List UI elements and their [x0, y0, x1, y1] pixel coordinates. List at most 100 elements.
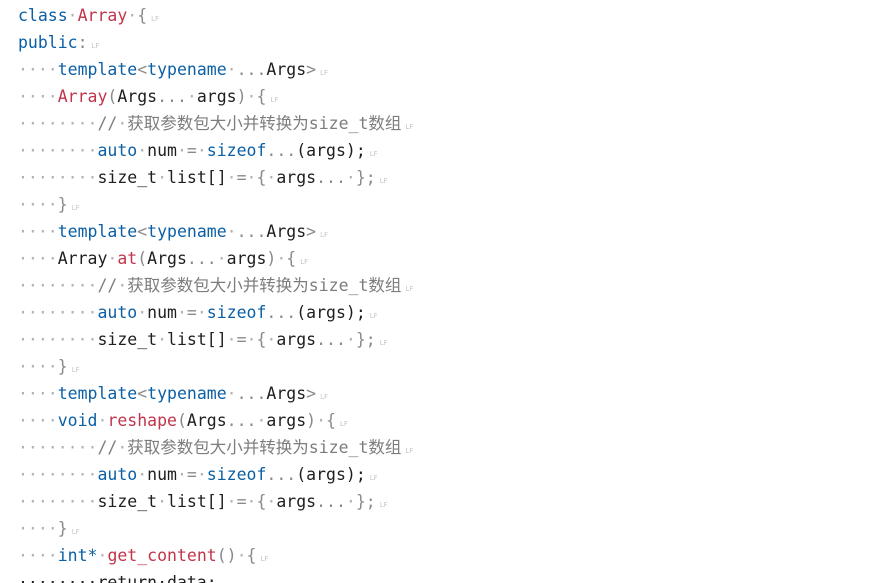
code-line[interactable]: ········auto·num·=·sizeof...(args); LF: [18, 299, 889, 326]
code-line[interactable]: public: LF: [18, 29, 889, 56]
code-token: num: [147, 303, 177, 322]
code-token: {: [256, 87, 267, 106]
code-line-partial[interactable]: ········return·data;: [18, 569, 889, 583]
whitespace-marker: ········: [18, 438, 98, 457]
code-token: sizeof: [206, 303, 267, 322]
code-line[interactable]: ····template<typename·...Args> LF: [18, 56, 889, 83]
code-token: sizeof: [206, 465, 267, 484]
code-token: ...: [316, 168, 346, 187]
code-token: 获取参数包大小并转换为size_t数组: [127, 276, 402, 295]
whitespace-marker: ·: [316, 411, 327, 430]
whitespace-marker: ·: [236, 546, 247, 565]
code-line[interactable]: ····int*·get_content()·{LF: [18, 542, 889, 569]
code-token: =: [236, 168, 247, 187]
code-line[interactable]: ········size_t·list[]·=·{·args...·}; LF: [18, 488, 889, 515]
whitespace-marker: ·: [157, 330, 168, 349]
code-line[interactable]: ····} LF: [18, 515, 889, 542]
code-token: num: [147, 141, 177, 160]
code-line[interactable]: ····template<typename·...Args> LF: [18, 380, 889, 407]
line-end-marker: LF: [71, 528, 80, 536]
whitespace-marker: ·: [176, 303, 187, 322]
code-line[interactable]: ····template<typename·...Args> LF: [18, 218, 889, 245]
whitespace-marker: ····: [18, 519, 58, 538]
code-token: ········return·data;: [18, 573, 217, 583]
whitespace-marker: ·: [276, 249, 287, 268]
code-token: typename: [147, 60, 227, 79]
code-token: Args: [266, 222, 307, 241]
line-end-marker: LF: [270, 96, 279, 104]
whitespace-marker: ········: [18, 303, 98, 322]
whitespace-marker: ·: [97, 411, 108, 430]
code-token: Array: [77, 6, 128, 25]
code-token: ...: [316, 330, 346, 349]
code-token: <: [137, 222, 148, 241]
code-line[interactable]: ········//·获取参数包大小并转换为size_t数组 LF: [18, 434, 889, 461]
code-token: (: [107, 87, 118, 106]
code-token: ...: [157, 87, 187, 106]
code-token: };: [355, 492, 376, 511]
line-end-marker: LF: [369, 474, 378, 482]
whitespace-marker: ·: [176, 141, 187, 160]
code-token: ...: [266, 141, 297, 160]
line-end-marker: LF: [300, 258, 309, 266]
code-token: >: [306, 222, 317, 241]
whitespace-marker: ·: [246, 168, 257, 187]
code-line[interactable]: ····Array·at(Args...·args)·{LF: [18, 245, 889, 272]
code-token: template: [57, 384, 138, 403]
whitespace-marker: ········: [18, 168, 98, 187]
code-line[interactable]: ········auto·num·=·sizeof...(args); LF: [18, 137, 889, 164]
line-end-marker: LF: [260, 555, 269, 563]
whitespace-marker: ·: [137, 141, 148, 160]
code-line[interactable]: ····void·reshape(Args...·args)·{LF: [18, 407, 889, 434]
whitespace-marker: ·: [226, 60, 237, 79]
code-token: ...: [226, 411, 257, 430]
code-token: //: [97, 438, 118, 457]
code-token: Args: [147, 249, 187, 268]
code-token: args: [196, 87, 237, 106]
code-token: typename: [147, 384, 227, 403]
line-end-marker: LF: [71, 366, 80, 374]
code-token: (args);: [296, 465, 366, 484]
code-line[interactable]: ····} LF: [18, 191, 889, 218]
code-token: <: [137, 60, 148, 79]
whitespace-marker: ·: [117, 276, 128, 295]
code-token: (: [176, 411, 187, 430]
line-end-marker: LF: [405, 285, 414, 293]
whitespace-marker: ········: [18, 492, 98, 511]
whitespace-marker: ·: [117, 114, 128, 133]
code-token: ...: [316, 492, 346, 511]
code-line[interactable]: ········//·获取参数包大小并转换为size_t数组 LF: [18, 272, 889, 299]
code-line[interactable]: ····Array(Args...·args)·{LF: [18, 83, 889, 110]
line-end-marker: LF: [405, 447, 414, 455]
code-line[interactable]: ········//·获取参数包大小并转换为size_t数组 LF: [18, 110, 889, 137]
code-editor[interactable]: class·Array·{LF public: LF ····template<typ…: [18, 2, 889, 583]
whitespace-marker: ········: [18, 276, 98, 295]
whitespace-marker: ·: [246, 330, 257, 349]
code-token: get_content: [107, 546, 217, 565]
code-line[interactable]: ········size_t·list[]·=·{·args...·}; LF: [18, 164, 889, 191]
code-token: (args);: [296, 303, 366, 322]
line-end-marker: LF: [339, 420, 348, 428]
line-end-marker: LF: [91, 42, 100, 50]
code-token: {: [256, 492, 267, 511]
code-token: auto: [97, 465, 138, 484]
whitespace-marker: ·: [157, 168, 168, 187]
code-token: ...: [236, 60, 267, 79]
whitespace-marker: ········: [18, 330, 98, 349]
code-token: (: [137, 249, 148, 268]
code-token: void: [57, 411, 98, 430]
line-end-marker: LF: [71, 204, 80, 212]
code-token: auto: [97, 303, 138, 322]
code-line[interactable]: class·Array·{LF: [18, 2, 889, 29]
code-token: Args: [266, 60, 307, 79]
code-line[interactable]: ········size_t·list[]·=·{·args...·}; LF: [18, 326, 889, 353]
code-token: {: [137, 6, 148, 25]
code-line[interactable]: ····} LF: [18, 353, 889, 380]
code-token: {: [286, 249, 297, 268]
code-token: public: [18, 33, 78, 52]
code-line[interactable]: ········auto·num·=·sizeof...(args); LF: [18, 461, 889, 488]
whitespace-marker: ·: [226, 168, 237, 187]
code-token: reshape: [107, 411, 177, 430]
code-token: <: [137, 384, 148, 403]
code-token: {: [326, 411, 336, 430]
